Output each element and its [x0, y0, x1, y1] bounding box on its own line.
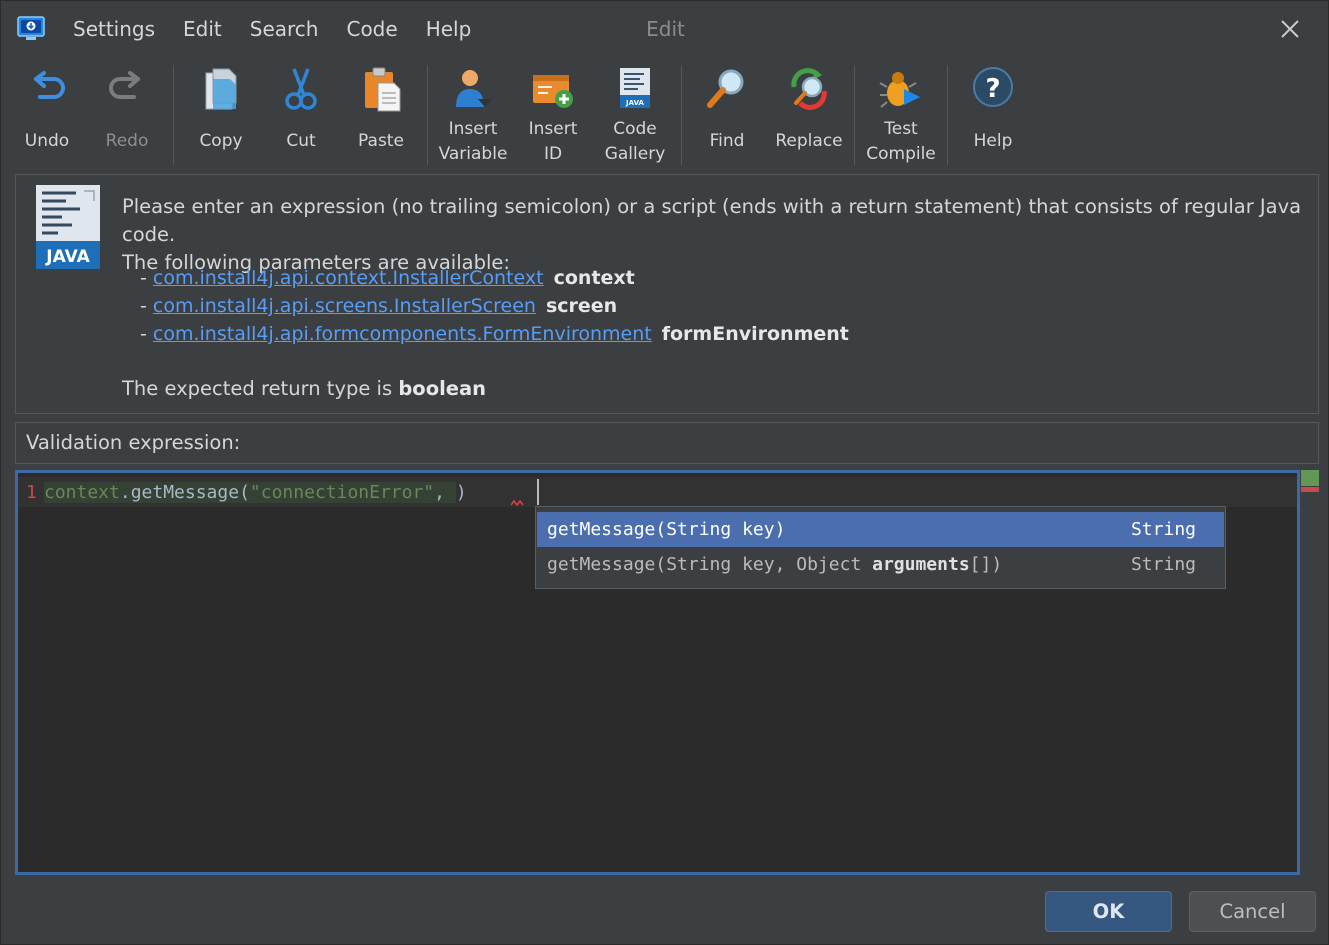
svg-text:JAVA: JAVA [625, 99, 644, 107]
question-icon: ? [973, 67, 1013, 107]
redo-button[interactable]: Redo [87, 59, 167, 169]
error-stripe-marker[interactable] [1301, 487, 1319, 492]
redo-icon [109, 71, 140, 99]
insert-id-icon [533, 75, 573, 108]
undo-icon [34, 71, 65, 99]
parameter-name: context [553, 267, 635, 289]
completion-return-type: String [1130, 554, 1196, 575]
ok-button[interactable]: OK [1045, 891, 1172, 932]
parameter-item: - com.install4j.api.formcomponents.FormE… [140, 323, 849, 345]
parameter-item: - com.install4j.api.context.InstallerCon… [140, 267, 635, 289]
insert-variable-label-2: Variable [438, 144, 508, 164]
validation-expression-label: Validation expression: [15, 422, 1319, 464]
bug-icon [879, 72, 920, 108]
insert-variable-icon [456, 70, 492, 107]
copy-icon [205, 68, 237, 110]
find-label: Find [709, 131, 745, 151]
close-icon[interactable] [1276, 15, 1304, 43]
completion-item[interactable]: getMessage(String key, Object arguments[… [537, 547, 1224, 582]
help-label: Help [973, 131, 1013, 151]
window-title: Edit [646, 17, 685, 41]
test-compile-label-1: Test [884, 119, 918, 139]
parameter-name: screen [545, 295, 618, 317]
redo-label: Redo [105, 131, 149, 151]
paste-icon [365, 67, 401, 112]
paste-button[interactable]: Paste [341, 59, 421, 169]
magnifier-icon [707, 69, 744, 108]
parameter-item: - com.install4j.api.screens.InstallerScr… [140, 295, 618, 317]
scissors-icon [285, 68, 317, 110]
insert-variable-button[interactable]: Insert Variable [433, 59, 513, 169]
test-compile-button[interactable]: Test Compile [859, 59, 943, 169]
paste-label: Paste [358, 131, 404, 151]
svg-text:?: ? [985, 74, 1000, 104]
toolbar: Undo Redo Copy Cut Paste Insert Variable… [5, 59, 1325, 169]
replace-label: Replace [775, 131, 843, 151]
replace-icon [791, 68, 827, 110]
return-type-text: The expected return type is boolean [122, 377, 487, 400]
info-panel: JAVA Please enter an expression (no trai… [15, 174, 1319, 414]
parameter-type-link[interactable]: com.install4j.api.screens.InstallerScree… [153, 295, 536, 317]
code-gallery-label-2: Gallery [604, 144, 666, 164]
cut-button[interactable]: Cut [261, 59, 341, 169]
code-token-string: "connectionError" [249, 482, 435, 503]
java-logo-text: JAVA [45, 247, 90, 267]
test-compile-label-2: Compile [866, 144, 936, 164]
insert-id-button[interactable]: Insert ID [513, 59, 593, 169]
find-button[interactable]: Find [687, 59, 767, 169]
java-logo-icon: JAVA [36, 185, 100, 269]
line-number: 1 [26, 482, 37, 503]
parameter-type-link[interactable]: com.install4j.api.formcomponents.FormEnv… [153, 323, 652, 345]
cancel-button[interactable]: Cancel [1189, 891, 1316, 932]
completion-item[interactable]: getMessage(String key) String [537, 512, 1224, 547]
return-type: boolean [398, 377, 487, 400]
toolbar-separator [947, 65, 948, 165]
undo-label: Undo [24, 131, 70, 151]
toolbar-separator [681, 65, 682, 165]
insert-variable-label-1: Insert [448, 119, 498, 139]
toolbar-separator [173, 65, 174, 165]
insert-id-label-2: ID [543, 144, 563, 164]
code-gallery-button[interactable]: JAVA Code Gallery [593, 59, 677, 169]
code-token-method: .getMessage( [119, 482, 250, 503]
copy-button[interactable]: Copy [181, 59, 261, 169]
error-squiggle-icon [511, 500, 524, 506]
help-button[interactable]: ? Help [953, 59, 1033, 169]
cut-label: Cut [286, 131, 316, 151]
code-gallery-icon: JAVA [620, 68, 650, 108]
info-line-1: Please enter an expression (no trailing … [122, 195, 1302, 246]
toolbar-separator [427, 65, 428, 165]
completion-popup: getMessage(String key) String getMessage(… [535, 506, 1226, 589]
code-line: context.getMessage("connectionError", ) [44, 481, 467, 505]
status-ok-marker [1301, 470, 1319, 486]
insert-id-label-1: Insert [528, 119, 578, 139]
copy-label: Copy [199, 131, 243, 151]
title-bar: Settings Edit Search Code Help Edit [1, 1, 1328, 57]
code-token-paren: ) [455, 482, 467, 503]
parameter-type-link[interactable]: com.install4j.api.context.InstallerConte… [153, 267, 544, 289]
toolbar-separator [854, 65, 855, 165]
completion-return-type: String [1130, 519, 1196, 540]
undo-button[interactable]: Undo [7, 59, 87, 169]
replace-button[interactable]: Replace [767, 59, 851, 169]
parameter-name: formEnvironment [661, 323, 849, 345]
code-token-context: context [44, 482, 120, 503]
code-token-comma: , [434, 482, 456, 503]
code-gallery-label-1: Code [613, 119, 657, 139]
edit-dialog: Settings Edit Search Code Help Edit Undo… [0, 0, 1329, 945]
text-caret [537, 479, 539, 505]
